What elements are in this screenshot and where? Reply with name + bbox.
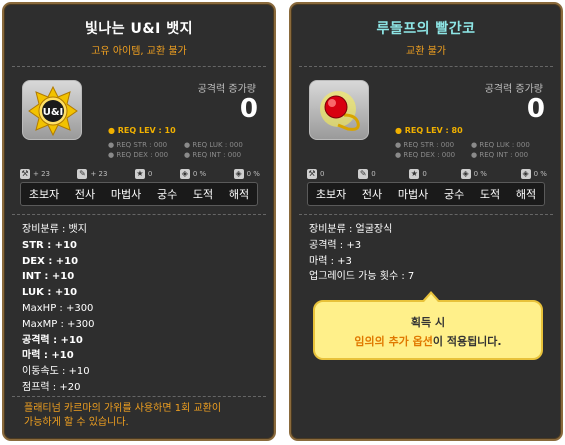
red-nose-icon bbox=[320, 91, 360, 131]
stat-attack: 공격력 : +10 bbox=[22, 334, 83, 346]
job-archer: 궁수 bbox=[443, 188, 465, 201]
item-name: 빛나는 U&I 뱃지 bbox=[85, 21, 193, 37]
scroll-icon: ✎ bbox=[358, 169, 369, 179]
req-int: ● REQ INT : 000 bbox=[471, 151, 529, 159]
divider bbox=[299, 214, 553, 215]
shield-icon: ◈ bbox=[179, 169, 190, 179]
hammer-icon: ⚒ bbox=[307, 169, 317, 179]
divider bbox=[12, 396, 266, 397]
stat-category: 장비분류 : 뱃지 bbox=[22, 224, 87, 235]
stat-attack: 공격력 : +3 bbox=[309, 239, 362, 251]
tooltip-title: 획득 시 bbox=[410, 316, 446, 329]
tooltip-highlight: 임의의 추가 옵션 bbox=[354, 335, 433, 348]
req-stats: ● REQ STR : 000 ● REQ LUK : 000 ● REQ DEX… bbox=[108, 140, 263, 160]
star-icon: ★ bbox=[409, 169, 420, 179]
slot-value: + 23 bbox=[33, 170, 50, 178]
item-stats: 장비분류 : 뱃지 STR : +10 DEX : +10 INT : +10 … bbox=[22, 222, 95, 396]
stat-category: 장비분류 : 얼굴장식 bbox=[309, 224, 393, 235]
divider bbox=[12, 214, 266, 215]
shield-icon: ◈ bbox=[460, 169, 471, 179]
stat-dex: DEX : +10 bbox=[22, 255, 79, 267]
item-icon-frame: U&I bbox=[22, 80, 82, 140]
shield-icon: ◈ bbox=[233, 169, 244, 179]
job-beginner: 초보자 bbox=[315, 188, 347, 201]
job-warrior: 전사 bbox=[361, 188, 383, 201]
job-thief: 도적 bbox=[479, 188, 501, 201]
attack-increase-value: 0 bbox=[239, 94, 258, 124]
shield-icon: ◈ bbox=[520, 169, 531, 179]
upgrade-slots: ⚒ 0 ✎ 0 ★ 0 ◈ 0 % ◈ 0 % bbox=[307, 168, 547, 180]
item-header: U&I 공격력 증가량 0 ● REQ LEV : 10 ● REQ STR :… bbox=[4, 70, 274, 210]
job-pirate: 해적 bbox=[515, 188, 537, 201]
job-warrior: 전사 bbox=[74, 188, 96, 201]
upgrade-slots: ⚒ + 23 ✎ + 23 ★ 0 ◈ 0 % ◈ 0 % bbox=[20, 168, 260, 180]
slot-value: 0 % bbox=[533, 170, 547, 178]
svg-text:U&I: U&I bbox=[43, 107, 64, 118]
stat-speed: 이동속도 : +10 bbox=[22, 366, 90, 378]
req-luk: ● REQ LUK : 000 bbox=[184, 141, 243, 149]
stat-int: INT : +10 bbox=[22, 271, 75, 283]
karma-notice: 플래티넘 카르마의 가위를 사용하면 1회 교환이 가능하게 할 수 있습니다. bbox=[24, 402, 262, 430]
divider bbox=[12, 66, 266, 67]
req-stats: ● REQ STR : 000 ● REQ LUK : 000 ● REQ DEX… bbox=[395, 140, 550, 160]
slot-value: 0 % bbox=[192, 170, 207, 178]
slot-value: 0 bbox=[147, 170, 153, 178]
item-name: 루돌프의 빨간코 bbox=[376, 21, 476, 37]
req-luk: ● REQ LUK : 000 bbox=[471, 141, 530, 149]
job-list: 초보자 전사 마법사 궁수 도적 해적 bbox=[20, 182, 258, 206]
item-icon-frame bbox=[309, 80, 369, 140]
item-tooltip-right: 루돌프의 빨간코 교환 불가 공격력 증가량 0 ● REQ LEV : 80 … bbox=[289, 2, 563, 441]
item-header: 공격력 증가량 0 ● REQ LEV : 80 ● REQ STR : 000… bbox=[291, 70, 561, 210]
item-tooltip-left: 빛나는 U&I 뱃지 고유 아이템, 교환 불가 U&I 공격력 증가량 0 ●… bbox=[2, 2, 276, 441]
tooltip-rest: 이 적용됩니다. bbox=[432, 335, 502, 348]
slot-value: + 23 bbox=[90, 170, 108, 178]
req-int: ● REQ INT : 000 bbox=[184, 151, 242, 159]
job-beginner: 초보자 bbox=[28, 188, 60, 201]
req-level: ● REQ LEV : 10 bbox=[108, 126, 176, 135]
notice-line: 플래티넘 카르마의 가위를 사용하면 1회 교환이 bbox=[24, 403, 222, 414]
req-dex: ● REQ DEX : 000 bbox=[108, 151, 169, 159]
attack-increase-value: 0 bbox=[526, 94, 545, 124]
slot-value: 0 bbox=[422, 170, 427, 178]
stat-str: STR : +10 bbox=[22, 239, 77, 251]
item-subtitle: 고유 아이템, 교환 불가 bbox=[91, 46, 187, 57]
attack-increase-label: 공격력 증가량 bbox=[484, 84, 543, 95]
potential-tooltip: 획득 시 임의의 추가 옵션이 적용됩니다. bbox=[313, 291, 543, 360]
stat-magic: 마력 : +3 bbox=[309, 255, 352, 267]
divider bbox=[299, 66, 553, 67]
req-str: ● REQ STR : 000 bbox=[108, 141, 168, 149]
req-str: ● REQ STR : 000 bbox=[395, 141, 455, 149]
stat-maxmp: MaxMP : +300 bbox=[22, 318, 95, 330]
uni-badge-icon: U&I bbox=[28, 85, 78, 137]
req-dex: ● REQ DEX : 000 bbox=[395, 151, 456, 159]
job-pirate: 해적 bbox=[228, 188, 250, 201]
job-magician: 마법사 bbox=[397, 188, 429, 201]
notice-line: 가능하게 할 수 있습니다. bbox=[24, 417, 129, 428]
slot-value: 0 bbox=[320, 170, 325, 178]
job-archer: 궁수 bbox=[156, 188, 178, 201]
stat-magic: 마력 : +10 bbox=[22, 350, 74, 362]
attack-increase-label: 공격력 증가량 bbox=[197, 84, 256, 95]
slot-value: 0 % bbox=[473, 170, 487, 178]
stat-maxhp: MaxHP : +300 bbox=[22, 302, 94, 314]
item-stats: 장비분류 : 얼굴장식 공격력 : +3 마력 : +3 업그레이드 가능 횟수… bbox=[309, 222, 414, 285]
stat-jump: 점프력 : +20 bbox=[22, 381, 81, 393]
hammer-icon: ⚒ bbox=[20, 169, 30, 179]
req-level: ● REQ LEV : 80 bbox=[395, 126, 463, 135]
slot-value: 0 bbox=[371, 170, 376, 178]
job-list: 초보자 전사 마법사 궁수 도적 해적 bbox=[307, 182, 545, 206]
slot-value: 0 % bbox=[246, 170, 260, 178]
tooltip-message: 임의의 추가 옵션이 적용됩니다. bbox=[315, 333, 541, 349]
job-thief: 도적 bbox=[192, 188, 214, 201]
item-subtitle: 교환 불가 bbox=[406, 46, 446, 57]
job-magician: 마법사 bbox=[110, 188, 142, 201]
scroll-icon: ✎ bbox=[77, 169, 88, 179]
stat-upgrades: 업그레이드 가능 횟수 : 7 bbox=[309, 271, 415, 283]
stat-luk: LUK : +10 bbox=[22, 287, 78, 299]
star-icon: ★ bbox=[134, 169, 145, 179]
